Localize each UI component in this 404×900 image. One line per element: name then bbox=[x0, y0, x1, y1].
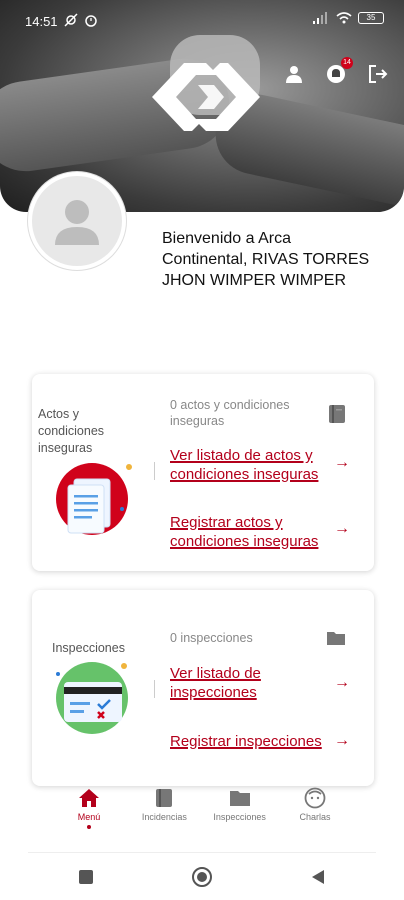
status-right: 35 bbox=[312, 12, 384, 24]
card-divider bbox=[154, 462, 155, 480]
system-navigation-bar bbox=[28, 852, 376, 900]
folder-icon bbox=[229, 791, 250, 806]
book-icon bbox=[329, 405, 345, 423]
logout-icon[interactable] bbox=[366, 62, 390, 86]
checklist-card-icon bbox=[56, 662, 128, 734]
arrow-right-icon[interactable]: → bbox=[334, 674, 350, 692]
arrow-right-icon[interactable]: → bbox=[334, 454, 350, 472]
notifications-icon[interactable]: 14 bbox=[324, 57, 353, 86]
nav-item-inspecciones[interactable]: Inspecciones bbox=[205, 786, 275, 844]
card-count: 0 inspecciones bbox=[170, 631, 253, 645]
card-divider bbox=[154, 680, 155, 698]
card-count: 0 actos y condiciones inseguras bbox=[170, 398, 290, 428]
welcome-message: Bienvenido a Arca Continental, RIVAS TOR… bbox=[162, 230, 370, 289]
avatar[interactable] bbox=[28, 172, 126, 270]
nav-label-incidencias: Incidencias bbox=[141, 812, 187, 822]
recent-apps-button[interactable] bbox=[71, 862, 101, 892]
arrow-right-icon[interactable]: → bbox=[334, 732, 350, 750]
arca-continental-logo bbox=[152, 63, 260, 131]
alarm-icon bbox=[85, 15, 97, 27]
gps-off-icon bbox=[64, 13, 78, 27]
nav-label-inspecciones: Inspecciones bbox=[213, 812, 266, 822]
arrow-right-icon[interactable]: → bbox=[334, 520, 350, 538]
status-time: 14:51 bbox=[25, 14, 58, 29]
view-unsafe-acts-link[interactable]: Ver listado de actos y condiciones inseg… bbox=[170, 446, 340, 484]
nav-item-menu[interactable]: Menú bbox=[54, 786, 124, 844]
card-title: Inspecciones bbox=[52, 641, 125, 655]
nav-item-incidencias[interactable]: Incidencias bbox=[129, 786, 199, 844]
signal-icon bbox=[313, 12, 327, 24]
bottom-navigation: Menú Incidencias Inspecciones Charlas bbox=[30, 786, 374, 844]
nav-item-charlas[interactable]: Charlas bbox=[280, 786, 350, 844]
profile-icon[interactable] bbox=[282, 62, 306, 86]
circle-icon bbox=[192, 866, 212, 887]
home-icon bbox=[79, 789, 99, 807]
unsafe-acts-card: Actos y condiciones inseguras 0 actos y … bbox=[32, 374, 374, 571]
book-icon bbox=[156, 789, 173, 807]
home-button[interactable] bbox=[187, 862, 217, 892]
active-indicator bbox=[87, 825, 91, 829]
inspections-card: Inspecciones 0 inspecciones Ver listado … bbox=[32, 590, 374, 786]
battery-icon: 35 bbox=[358, 12, 384, 24]
status-bar: 14:51 35 bbox=[0, 0, 404, 40]
header-actions: 14 bbox=[282, 57, 390, 86]
square-icon bbox=[79, 869, 93, 884]
folder-icon bbox=[327, 632, 345, 645]
register-inspections-link[interactable]: Registrar inspecciones bbox=[170, 732, 350, 751]
view-inspections-link[interactable]: Ver listado de inspecciones bbox=[170, 664, 340, 702]
register-unsafe-acts-link[interactable]: Registrar actos y condiciones inseguras bbox=[170, 513, 340, 551]
back-triangle-icon bbox=[312, 869, 324, 884]
face-icon bbox=[304, 787, 326, 809]
card-title: Actos y condiciones inseguras bbox=[38, 407, 105, 455]
user-placeholder-icon bbox=[55, 200, 99, 245]
wifi-icon bbox=[336, 12, 352, 24]
notification-count-badge: 14 bbox=[341, 57, 353, 69]
back-button[interactable] bbox=[303, 862, 333, 892]
nav-label-charlas: Charlas bbox=[299, 812, 331, 822]
nav-label-menu: Menú bbox=[77, 812, 101, 822]
document-icon bbox=[56, 463, 132, 535]
status-left-icons bbox=[64, 13, 98, 27]
